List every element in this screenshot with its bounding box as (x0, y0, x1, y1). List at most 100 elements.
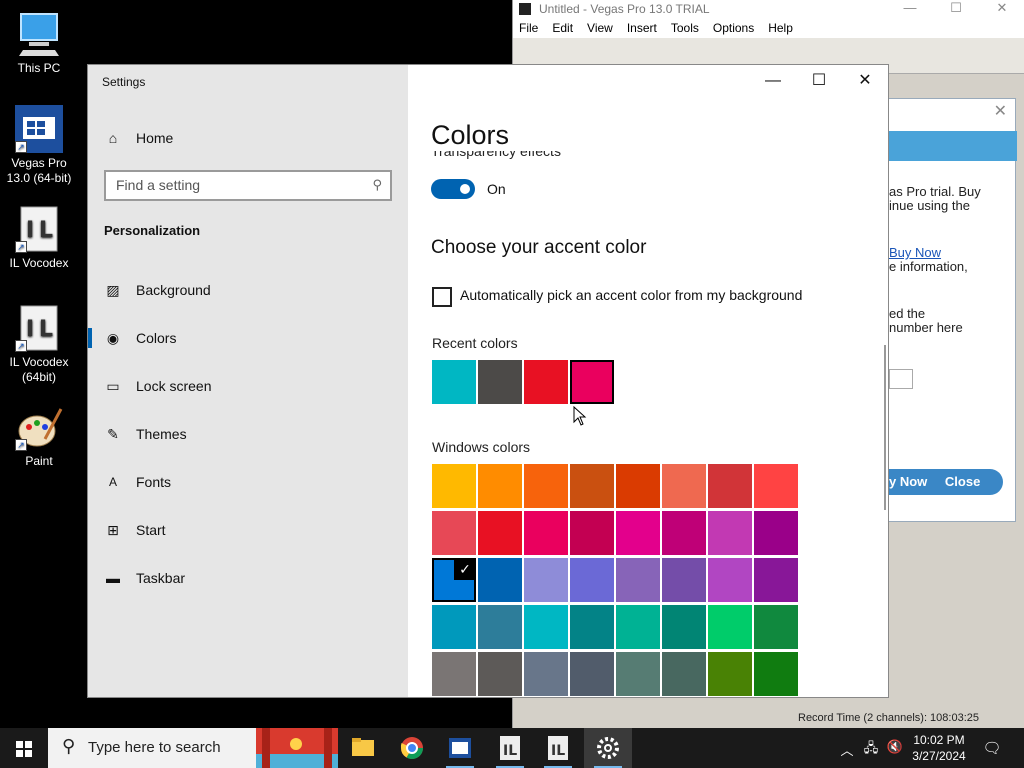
windows-color-swatch[interactable] (432, 511, 476, 555)
minimize-icon[interactable]: — (887, 0, 933, 18)
nav-taskbar[interactable]: ▬ Taskbar (88, 558, 408, 598)
maximize-icon[interactable]: ☐ (933, 0, 979, 18)
close-icon[interactable]: ✕ (979, 0, 1024, 18)
menu-edit[interactable]: Edit (552, 21, 573, 35)
recent-color-swatch[interactable] (478, 360, 522, 404)
windows-color-swatch[interactable] (478, 652, 522, 696)
nav-themes[interactable]: ✎ Themes (88, 414, 408, 454)
windows-color-swatch[interactable] (754, 605, 798, 649)
settings-gear-icon[interactable] (584, 728, 632, 768)
windows-color-swatch[interactable] (708, 511, 752, 555)
windows-color-swatch[interactable] (616, 652, 660, 696)
maximize-icon[interactable]: ☐ (796, 65, 842, 97)
windows-color-swatch[interactable] (662, 652, 706, 696)
il-vocodex-64-taskbar-icon[interactable]: IL (534, 728, 582, 768)
windows-color-swatch[interactable] (662, 605, 706, 649)
nav-start[interactable]: ⊞ Start (88, 510, 408, 550)
dialog-header-band (889, 131, 1017, 161)
scrollbar[interactable] (884, 345, 886, 510)
windows-color-swatch[interactable] (570, 464, 614, 508)
window-title: Settings (102, 75, 146, 89)
start-button[interactable] (0, 728, 48, 768)
close-button[interactable]: Close (945, 474, 980, 489)
recent-color-swatch[interactable] (570, 360, 614, 404)
windows-color-swatch[interactable] (616, 558, 660, 602)
menu-file[interactable]: File (519, 21, 538, 35)
find-setting-search[interactable]: Find a setting ⚲ (104, 170, 392, 201)
windows-color-swatch[interactable] (432, 605, 476, 649)
windows-color-swatch[interactable] (570, 558, 614, 602)
windows-color-swatch[interactable] (524, 464, 568, 508)
vegas-pro-taskbar-icon[interactable] (436, 728, 484, 768)
windows-color-swatch[interactable] (524, 652, 568, 696)
svg-text:L: L (39, 317, 53, 342)
windows-color-swatch[interactable] (754, 652, 798, 696)
windows-color-swatch[interactable] (478, 558, 522, 602)
windows-color-swatch[interactable] (432, 652, 476, 696)
windows-color-swatch[interactable] (524, 558, 568, 602)
menu-view[interactable]: View (587, 21, 613, 35)
toggle-state: On (487, 181, 506, 197)
nav-fonts[interactable]: A Fonts (88, 462, 408, 502)
windows-color-swatch[interactable] (616, 605, 660, 649)
transparency-toggle[interactable] (431, 179, 475, 199)
serial-input[interactable] (889, 369, 913, 389)
windows-color-swatch[interactable] (524, 605, 568, 649)
nav-home[interactable]: ⌂ Home (88, 118, 408, 158)
file-explorer-icon[interactable] (338, 728, 386, 768)
desktop-icon-il-vocodex[interactable]: IL ↗ IL Vocodex (0, 205, 78, 271)
windows-color-swatch[interactable] (432, 464, 476, 508)
windows-color-swatch[interactable] (754, 464, 798, 508)
nav-background[interactable]: ▨ Background (88, 270, 408, 310)
desktop-icon-vegas-pro[interactable]: ↗ Vegas Pro 13.0 (64-bit) (0, 105, 78, 186)
windows-color-swatch[interactable] (570, 605, 614, 649)
minimize-icon[interactable]: — (750, 65, 796, 97)
windows-color-swatch[interactable]: ✓ (432, 558, 476, 602)
windows-color-swatch[interactable] (662, 464, 706, 508)
menu-options[interactable]: Options (713, 21, 754, 35)
windows-color-swatch[interactable] (708, 464, 752, 508)
menu-tools[interactable]: Tools (671, 21, 699, 35)
network-icon[interactable]: 🖧 (860, 739, 882, 768)
buy-now-button[interactable]: y Now (889, 474, 927, 489)
section-title: Personalization (104, 223, 201, 238)
recent-color-swatch[interactable] (432, 360, 476, 404)
clock[interactable]: 10:02 PM 3/27/2024 (906, 732, 972, 764)
windows-color-swatch[interactable] (478, 605, 522, 649)
desktop-icon-il-vocodex-64[interactable]: IL ↗ IL Vocodex (64bit) (0, 304, 78, 385)
menu-help[interactable]: Help (768, 21, 793, 35)
auto-pick-checkbox[interactable] (432, 287, 452, 307)
recent-color-swatch[interactable] (524, 360, 568, 404)
windows-color-swatch[interactable] (754, 558, 798, 602)
windows-color-swatch[interactable] (478, 464, 522, 508)
buy-now-link[interactable]: Buy Now (889, 246, 941, 260)
windows-color-swatch[interactable] (616, 511, 660, 555)
windows-color-swatch[interactable] (570, 511, 614, 555)
windows-color-swatch[interactable] (478, 511, 522, 555)
windows-color-swatch[interactable] (708, 652, 752, 696)
windows-color-swatch[interactable] (662, 558, 706, 602)
nav-lock-screen[interactable]: ▭ Lock screen (88, 366, 408, 406)
desktop-icon-this-pc[interactable]: This PC (0, 10, 78, 76)
show-hidden-icons-chevron-icon[interactable]: ︿ (838, 740, 856, 768)
nav-label: Lock screen (136, 378, 212, 394)
nav-colors[interactable]: ◉ Colors (88, 318, 408, 358)
windows-color-swatch[interactable] (524, 511, 568, 555)
dialog-close-icon[interactable]: ✕ (994, 101, 1007, 121)
notifications-icon[interactable]: 🗨 (980, 739, 1004, 768)
windows-color-swatch[interactable] (708, 558, 752, 602)
windows-color-swatch[interactable] (616, 464, 660, 508)
windows-color-swatch[interactable] (662, 511, 706, 555)
windows-color-swatch[interactable] (570, 652, 614, 696)
windows-color-swatch[interactable] (754, 511, 798, 555)
il-vocodex-taskbar-icon[interactable]: IL (486, 728, 534, 768)
volume-muted-icon[interactable]: 🔇 (884, 739, 906, 768)
desktop-icon-paint[interactable]: ↗ Paint (0, 403, 78, 469)
taskbar-search-highlight-image[interactable] (256, 728, 338, 768)
close-icon[interactable]: ✕ (842, 65, 888, 97)
windows-color-swatch[interactable] (708, 605, 752, 649)
themes-brush-icon: ✎ (107, 425, 119, 442)
vegas-title-bar[interactable]: Untitled - Vegas Pro 13.0 TRIAL — ☐ ✕ (513, 0, 1024, 18)
chrome-icon[interactable] (388, 728, 436, 768)
menu-insert[interactable]: Insert (627, 21, 657, 35)
